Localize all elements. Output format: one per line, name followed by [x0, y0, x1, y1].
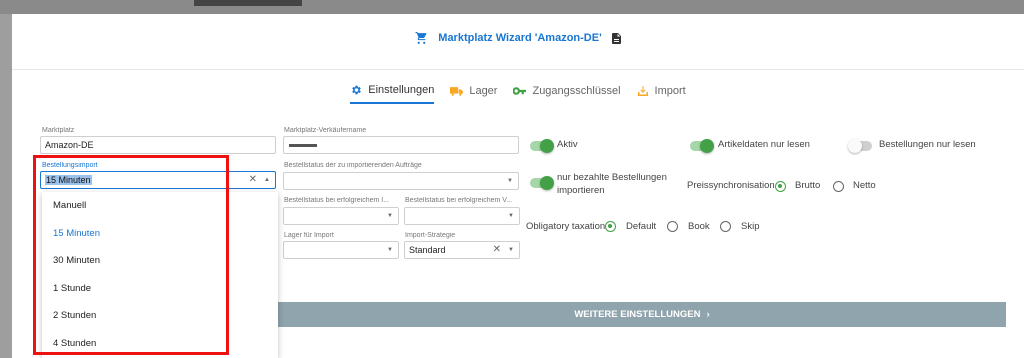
skip-radio[interactable]: [720, 221, 731, 232]
tab-einstellungen-label: Einstellungen: [368, 84, 435, 96]
document-icon[interactable]: [611, 32, 621, 44]
marktplatz-value: Amazon-DE: [45, 140, 94, 150]
bezahlte-label-line2: importieren: [557, 185, 605, 196]
background-top-bar: [0, 0, 1024, 14]
taxation-label: Obligatory taxation: [526, 221, 606, 232]
aktiv-toggle[interactable]: [530, 139, 554, 153]
gear-icon: [352, 85, 362, 95]
bestellstatus-import-label: Bestellstatus der zu importierenden Auft…: [284, 162, 422, 169]
default-label: Default: [626, 221, 657, 232]
chevron-down-icon[interactable]: ▼: [387, 213, 393, 219]
import-strategie-select[interactable]: Standard ✕ ▼: [404, 241, 520, 259]
option-4-stunden[interactable]: 4 Stunden: [42, 330, 278, 358]
toggle-knob: [700, 139, 714, 153]
book-radio[interactable]: [667, 221, 678, 232]
option-manuell[interactable]: Manuell: [42, 192, 278, 220]
brutto-label: Brutto: [795, 180, 821, 191]
verkaeufername-label: Marktplatz-Verkäufername: [284, 127, 367, 134]
clear-icon[interactable]: ✕: [249, 174, 257, 185]
chevron-right-icon: ›: [706, 309, 710, 320]
bestellungsimport-label: Bestellungsimport: [42, 162, 98, 169]
aktiv-label: Aktiv: [557, 139, 578, 150]
weitere-einstellungen-button[interactable]: WEITERE EINSTELLUNGEN ›: [278, 302, 1006, 327]
import-strategie-value: Standard: [409, 245, 446, 255]
bestellungen-label: Bestellungen nur lesen: [879, 139, 976, 150]
tab-bar: Einstellungen Lager Zugangsschlüssel Imp…: [12, 84, 1024, 104]
toggle-knob: [848, 139, 862, 153]
lager-import-label: Lager für Import: [284, 232, 334, 239]
dialog-header: Marktplatz Wizard 'Amazon-DE': [12, 32, 1024, 47]
netto-radio[interactable]: [833, 181, 844, 192]
tab-zugangsschluessel[interactable]: Zugangsschlüssel: [513, 84, 621, 104]
tab-import[interactable]: Import: [637, 84, 686, 104]
bestellstatus-erfolg2-label: Bestellstatus bei erfolgreichem V...: [405, 197, 513, 204]
artikeldaten-label: Artikeldaten nur lesen: [718, 139, 810, 150]
marktplatz-field[interactable]: Amazon-DE: [40, 136, 276, 154]
dialog-title: Marktplatz Wizard 'Amazon-DE': [415, 32, 621, 44]
bezahlte-toggle[interactable]: [530, 176, 554, 190]
marktplatz-label: Marktplatz: [42, 127, 75, 134]
import-icon: [637, 86, 648, 96]
chevron-down-icon[interactable]: ▼: [507, 178, 513, 184]
bestellungen-toggle[interactable]: [848, 139, 872, 153]
cart-icon: [415, 32, 427, 44]
bestellstatus-erfolg2-select[interactable]: ▼: [404, 207, 520, 225]
header-divider: [12, 69, 1024, 70]
tab-lager-label: Lager: [469, 85, 498, 97]
default-radio[interactable]: [605, 221, 616, 232]
chevron-down-icon[interactable]: ▼: [508, 213, 514, 219]
bestellungsimport-dropdown-menu: Manuell 15 Minuten 30 Minuten 1 Stunde 2…: [42, 192, 278, 358]
verkaeufername-field[interactable]: [283, 136, 519, 154]
bestellungsimport-select[interactable]: 15 Minuten ✕ ▲: [40, 171, 276, 189]
book-label: Book: [688, 221, 710, 232]
artikeldaten-toggle[interactable]: [690, 139, 714, 153]
option-30-minuten[interactable]: 30 Minuten: [42, 247, 278, 275]
option-2-stunden[interactable]: 2 Stunden: [42, 302, 278, 330]
skip-label: Skip: [741, 221, 760, 232]
clear-icon[interactable]: ✕: [493, 244, 501, 255]
option-1-stunde[interactable]: 1 Stunde: [42, 275, 278, 303]
option-15-minuten[interactable]: 15 Minuten: [42, 220, 278, 248]
key-icon: [513, 87, 527, 95]
toggle-knob: [540, 176, 554, 190]
bestellungsimport-value: 15 Minuten: [45, 175, 92, 185]
tab-zugangsschluessel-label: Zugangsschlüssel: [532, 85, 621, 97]
bestellstatus-erfolg1-label: Bestellstatus bei erfolgreichem I...: [284, 197, 390, 204]
tab-import-label: Import: [654, 85, 686, 97]
redacted-value-mark: [289, 143, 317, 147]
tab-lager[interactable]: Lager: [450, 84, 497, 104]
background-dark-block: [194, 0, 302, 6]
bestellstatus-import-select[interactable]: ▼: [283, 172, 519, 190]
import-strategie-label: Import-Strategie: [405, 232, 456, 239]
truck-icon: [450, 86, 464, 96]
netto-label: Netto: [853, 180, 876, 191]
tab-einstellungen[interactable]: Einstellungen: [350, 84, 435, 104]
chevron-down-icon[interactable]: ▼: [508, 247, 514, 253]
bestellstatus-erfolg1-select[interactable]: ▼: [283, 207, 399, 225]
preissync-label: Preissynchronisation: [687, 180, 775, 191]
chevron-down-icon[interactable]: ▼: [387, 247, 393, 253]
bezahlte-label-line1: nur bezahlte Bestellungen: [557, 172, 667, 183]
toggle-knob: [540, 139, 554, 153]
weitere-einstellungen-label: WEITERE EINSTELLUNGEN: [574, 309, 701, 320]
chevron-up-icon[interactable]: ▲: [264, 177, 270, 183]
lager-import-select[interactable]: ▼: [283, 241, 399, 259]
dialog-title-text: Marktplatz Wizard 'Amazon-DE': [438, 32, 602, 44]
brutto-radio[interactable]: [775, 181, 786, 192]
